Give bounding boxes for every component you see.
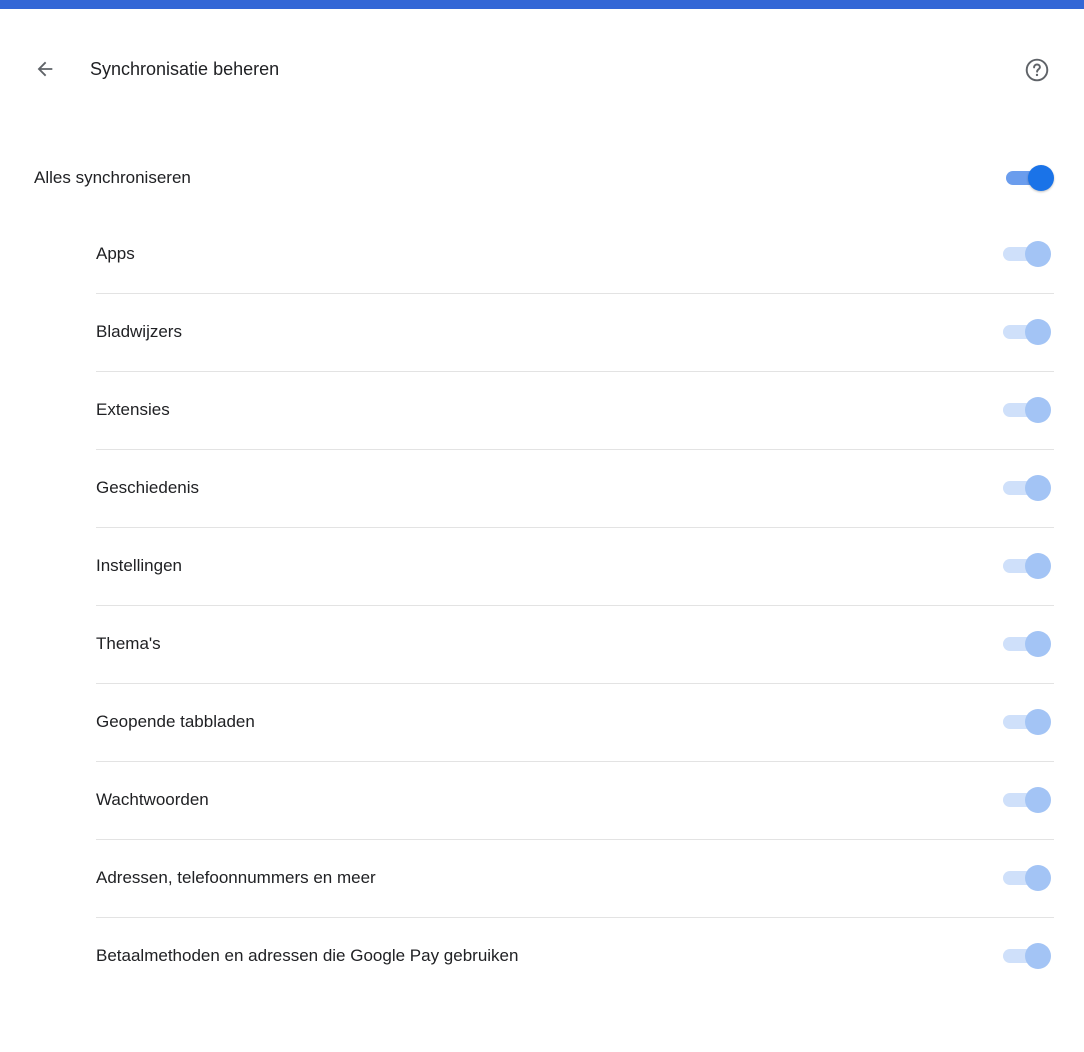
help-button[interactable] [1021,54,1053,86]
sync-item-label: Apps [96,244,135,263]
sync-item-toggle[interactable] [1001,942,1053,970]
sync-item-row: Adressen, telefoonnummers en meer [96,840,1054,918]
sync-item-label: Geopende tabbladen [96,712,255,731]
page-header: Synchronisatie beheren [0,40,1084,100]
top-accent-bar [0,0,1084,9]
sync-item-row: Bladwijzers [96,294,1054,372]
toggle-knob [1025,475,1051,501]
sync-item-toggle[interactable] [1001,786,1053,814]
page-title: Synchronisatie beheren [90,59,280,79]
sync-item-row: Apps [96,216,1054,294]
sync-item-toggle[interactable] [1001,474,1053,502]
toggle-knob [1025,553,1051,579]
toggle-knob [1028,165,1054,191]
sync-item-row: Instellingen [96,528,1054,606]
sync-item-toggle[interactable] [1001,240,1053,268]
sync-item-label: Instellingen [96,556,183,575]
sync-item-row: Wachtwoorden [96,762,1054,840]
sync-all-row: Alles synchroniseren [0,148,1084,208]
toggle-knob [1025,943,1051,969]
toggle-knob [1025,631,1051,657]
sync-item-row: Betaalmethoden en adressen die Google Pa… [96,918,1054,995]
sync-all-toggle[interactable] [1004,164,1056,192]
sync-item-row: Thema's [96,606,1054,684]
toggle-knob [1025,865,1051,891]
toggle-knob [1025,397,1051,423]
sync-item-toggle[interactable] [1001,864,1053,892]
toggle-knob [1025,319,1051,345]
back-button[interactable] [27,55,63,83]
help-circle-icon [1025,58,1049,82]
sync-item-toggle[interactable] [1001,318,1053,346]
toggle-knob [1025,787,1051,813]
sync-item-label: Betaalmethoden en adressen die Google Pa… [96,946,519,965]
sync-all-label: Alles synchroniseren [34,168,191,187]
sync-item-label: Bladwijzers [96,322,182,341]
sync-items-list: Apps Bladwijzers Extensies Geschiedenis … [96,216,1054,995]
sync-item-label: Geschiedenis [96,478,200,497]
sync-item-toggle[interactable] [1001,552,1053,580]
sync-item-row: Geschiedenis [96,450,1054,528]
sync-item-toggle[interactable] [1001,708,1053,736]
arrow-left-icon [37,61,53,77]
sync-item-label: Extensies [96,400,170,419]
sync-item-label: Wachtwoorden [96,790,209,809]
sync-item-label: Adressen, telefoonnummers en meer [96,868,376,887]
toggle-knob [1025,241,1051,267]
sync-item-label: Thema's [96,634,161,653]
sync-item-row: Extensies [96,372,1054,450]
sync-item-toggle[interactable] [1001,396,1053,424]
toggle-knob [1025,709,1051,735]
sync-item-toggle[interactable] [1001,630,1053,658]
sync-item-row: Geopende tabbladen [96,684,1054,762]
